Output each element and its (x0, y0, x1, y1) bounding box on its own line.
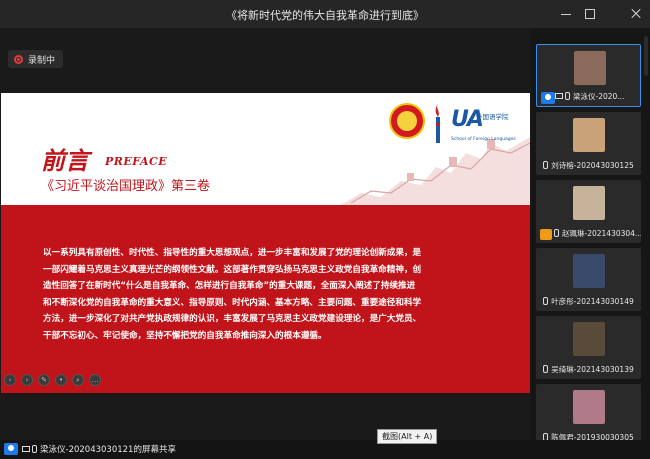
school-name-cn: 外国语学院 (476, 113, 509, 121)
screen-share-status: 梁泳仪-202043030121的屏幕共享 (22, 443, 176, 455)
participant-name: 梁泳仪-2020... (537, 91, 640, 102)
slide-heading-en: PREFACE (105, 155, 168, 168)
avatar (573, 322, 605, 356)
participant-name: 刘诗榕-202043030125 (536, 160, 641, 171)
window-title: 《将新时代党的伟大自我革命进行到底》 (226, 9, 424, 22)
slide-controls: ‹ › ✎ • ⌕ … (4, 374, 101, 386)
participant-tile[interactable]: 赵珮琳-2021430304... (536, 180, 641, 243)
host-badge-icon (4, 443, 18, 455)
screenshot-tooltip: 截图(Alt + A) (377, 429, 438, 444)
participant-name: 吴绮琳-202143030139 (536, 364, 641, 375)
chevron-right-icon: › (25, 376, 29, 384)
record-icon (14, 54, 23, 64)
slide-body-area: 以一系列具有原创性、时代性、指导性的重大思想观点，进一步丰富和发展了党的理论创新… (1, 205, 530, 393)
participant-tile[interactable]: 吴绮琳-202143030139 (536, 316, 641, 379)
panel-scrollbar[interactable] (644, 36, 648, 76)
book-title: 《习近平谈治国理政》第三卷 (41, 179, 211, 194)
recording-indicator[interactable]: 录制中 (8, 50, 64, 68)
avatar (573, 254, 605, 288)
magnifier-icon: ⌕ (76, 376, 80, 384)
body-line: 和不断深化党的自我革命的重大意义、指导原则、时代内涵、基本方略、主要问题、重要途… (43, 297, 422, 308)
mic-icon (543, 365, 549, 373)
pointer-icon: • (58, 376, 64, 384)
pen-tool-button[interactable]: ✎ (38, 374, 50, 386)
body-line: 干部不忘初心、牢记使命，坚持不懈把党的自我革命推向深入的根本遵循。 (43, 330, 327, 341)
mic-icon (543, 161, 549, 169)
avatar (574, 51, 606, 85)
presentation-slide: UA 外国语学院 School of Foreign Languages 前言 … (1, 93, 530, 393)
participant-tile[interactable]: 刘诗榕-202043030125 (536, 112, 641, 175)
zoom-button[interactable]: ⌕ (72, 374, 84, 386)
minimize-button[interactable] (556, 4, 576, 24)
chevron-left-icon: ‹ (8, 376, 12, 384)
recording-label: 录制中 (28, 55, 56, 66)
avatar (573, 186, 605, 220)
participant-name: 赵珮琳-2021430304... (536, 228, 641, 239)
shared-screen-stage: 录制中 UA 外国语学院 School of Foreign Languages… (0, 28, 531, 440)
more-icon: … (91, 376, 99, 384)
participant-tile[interactable]: 叶彦彤-202143030149 (536, 248, 641, 311)
minimize-icon (561, 14, 571, 15)
mic-icon (565, 92, 570, 100)
mic-icon (554, 229, 559, 237)
avatar (573, 118, 605, 152)
screen-share-icon (555, 93, 563, 99)
mic-icon (543, 297, 549, 305)
youth-league-badge (389, 103, 425, 139)
body-line: 方法，进一步深化了对共产党执政规律的认识，丰富发展了马克思主义政党建设理论，是广… (43, 314, 422, 325)
slide-header-area: UA 外国语学院 School of Foreign Languages 前言 … (1, 93, 530, 205)
participant-tile[interactable]: 陈佩君-201930030305 (536, 384, 641, 447)
more-options-button[interactable]: … (89, 374, 101, 386)
body-line: 一部闪耀着马克思主义真理光芒的纲领性文献。这部著作贯穿弘扬马克思主义政党自我革命… (43, 264, 422, 275)
prev-slide-button[interactable]: ‹ (4, 374, 16, 386)
participant-name: 叶彦彤-202143030149 (536, 296, 641, 307)
pointer-tool-button[interactable]: • (55, 374, 67, 386)
school-name-en: School of Foreign Languages (451, 137, 516, 142)
pen-icon: ✎ (41, 376, 47, 384)
avatar (573, 390, 605, 424)
maximize-icon (585, 9, 595, 19)
participants-panel: 梁泳仪-2020... 刘诗榕-202043030125 赵珮琳-2021430… (531, 28, 650, 447)
next-slide-button[interactable]: › (21, 374, 33, 386)
mic-icon (32, 445, 37, 453)
status-bar: 梁泳仪-202043030121的屏幕共享 (0, 440, 650, 459)
torch-logo (435, 103, 440, 143)
logo-group: UA 外国语学院 School of Foreign Languages (383, 101, 523, 147)
body-line: 造性回答了在新时代“什么是自我革命、怎样进行自我革命”的重大课题，全面深入阐述了… (43, 281, 416, 292)
participant-tile[interactable]: 梁泳仪-2020... (536, 44, 641, 107)
body-line: 以一系列具有原创性、时代性、指导性的重大思想观点，进一步丰富和发展了党的理论创新… (43, 248, 422, 258)
slide-heading-cn: 前言 (41, 146, 89, 175)
title-bar: 《将新时代党的伟大自我革命进行到底》 (0, 0, 650, 28)
screen-share-icon (22, 446, 30, 452)
maximize-button[interactable] (580, 4, 600, 24)
close-button[interactable] (626, 4, 646, 24)
slide-body-text: 以一系列具有原创性、时代性、指导性的重大思想观点，进一步丰富和发展了党的理论创新… (43, 245, 491, 345)
